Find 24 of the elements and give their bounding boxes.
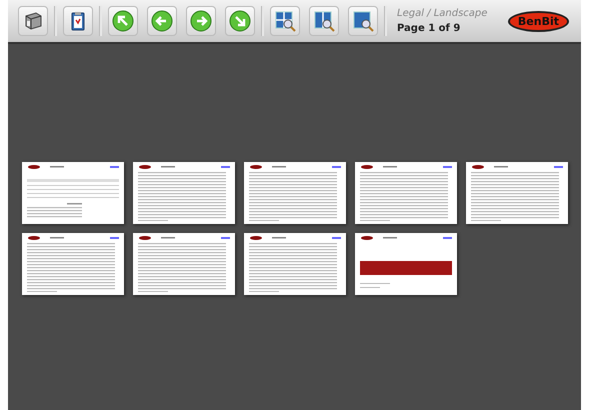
next-button[interactable] bbox=[186, 6, 216, 36]
zoom-one-button[interactable] bbox=[348, 6, 378, 36]
page-counter: Page 1 of 9 bbox=[397, 23, 462, 34]
logo: BenBit bbox=[508, 10, 569, 32]
last-button[interactable] bbox=[225, 6, 255, 36]
page-thumbnail[interactable] bbox=[355, 233, 457, 295]
page-zoom-icon bbox=[352, 10, 374, 32]
page-thumbnail[interactable] bbox=[22, 233, 124, 295]
printer-button[interactable] bbox=[18, 6, 48, 36]
first-button[interactable] bbox=[108, 6, 138, 36]
page-thumbnail[interactable] bbox=[466, 162, 568, 224]
page-thumbnail[interactable] bbox=[22, 162, 124, 224]
page-thumbnail[interactable] bbox=[133, 162, 235, 224]
page-thumbnail[interactable] bbox=[133, 233, 235, 295]
columns-zoom-icon bbox=[313, 10, 335, 32]
zoom-grid-button[interactable] bbox=[270, 6, 300, 36]
page-thumbnail[interactable] bbox=[244, 233, 346, 295]
page-thumbnail[interactable] bbox=[355, 162, 457, 224]
zoom-two-button[interactable] bbox=[309, 6, 339, 36]
paper-size-label: Legal / Landscape bbox=[397, 8, 488, 19]
prev-button[interactable] bbox=[147, 6, 177, 36]
page-thumbnail[interactable] bbox=[244, 162, 346, 224]
grid-zoom-icon bbox=[274, 10, 296, 32]
clipboard-button[interactable] bbox=[63, 6, 93, 36]
